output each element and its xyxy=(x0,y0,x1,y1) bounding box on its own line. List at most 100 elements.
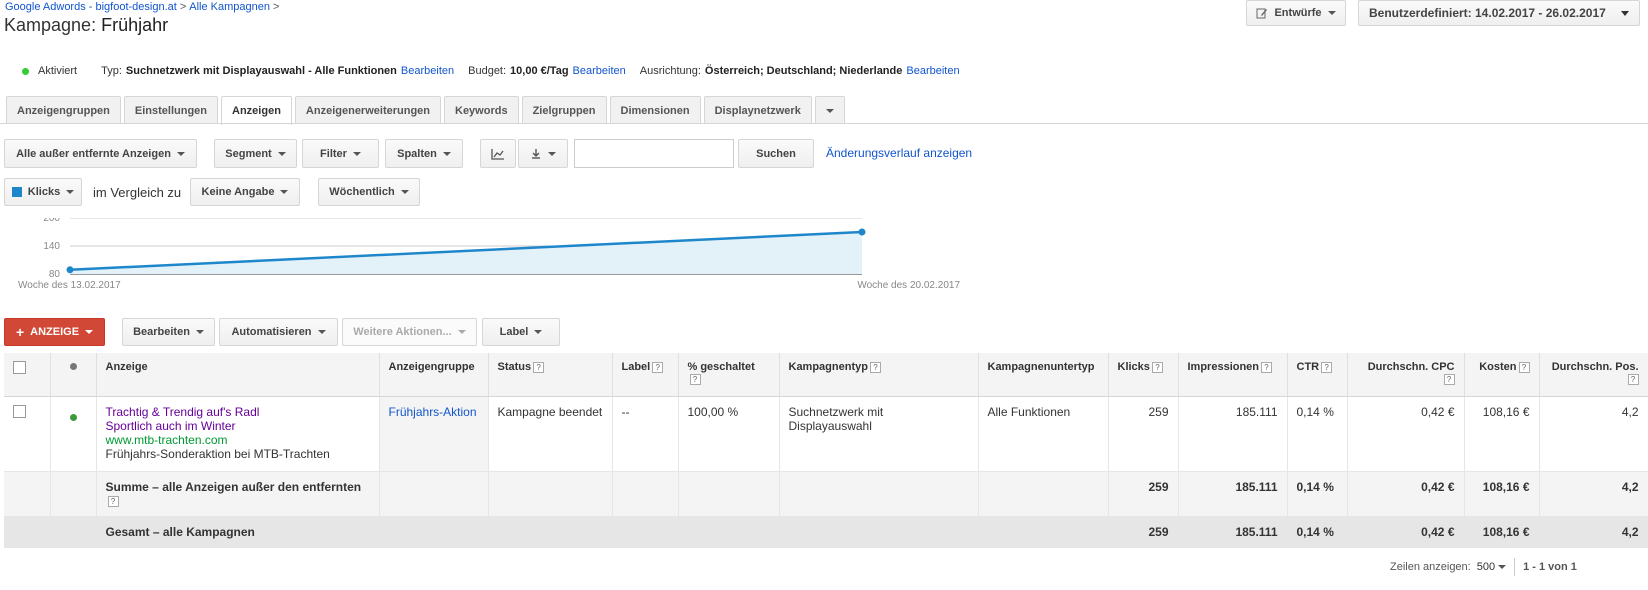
chevron-down-icon xyxy=(277,151,286,156)
adgroup-link[interactable]: Frühjahrs-Aktion xyxy=(389,405,477,419)
column-header-ad[interactable]: Anzeige xyxy=(96,353,380,397)
column-header-cpc[interactable]: Durchschn. CPC? xyxy=(1347,353,1465,397)
column-header-adgroup[interactable]: Anzeigengruppe xyxy=(379,353,489,397)
ad-headline-1[interactable]: Trachtig & Trendig auf's Radl xyxy=(106,405,370,419)
help-icon[interactable]: ? xyxy=(107,495,119,507)
date-range-selector[interactable]: Benutzerdefiniert: 14.02.2017 - 26.02.20… xyxy=(1358,0,1640,26)
search-input[interactable] xyxy=(574,139,734,168)
column-header-ctr[interactable]: CTR? xyxy=(1287,353,1348,397)
drafts-label: Entwürfe xyxy=(1274,7,1322,19)
rows-per-page-select[interactable]: 500 xyxy=(1477,561,1507,573)
period-dropdown[interactable]: Wöchentlich xyxy=(318,178,420,206)
column-header-label-col[interactable]: Label? xyxy=(612,353,679,397)
status-column-header[interactable] xyxy=(50,353,97,397)
column-header-status[interactable]: Status? xyxy=(488,353,613,397)
ad-headline-2[interactable]: Sportlich auch im Winter xyxy=(106,419,370,433)
tab-settings[interactable]: Einstellungen xyxy=(123,96,219,124)
help-icon[interactable]: ? xyxy=(689,373,701,385)
chevron-down-icon xyxy=(825,108,834,113)
edit-budget-link[interactable]: Bearbeiten xyxy=(573,65,626,77)
select-all-checkbox[interactable] xyxy=(13,361,26,374)
edit-targeting-link[interactable]: Bearbeiten xyxy=(906,65,959,77)
download-icon xyxy=(532,148,540,159)
column-header-label: Anzeigengruppe xyxy=(388,361,475,373)
columns-button[interactable]: Spalten xyxy=(385,139,463,168)
help-icon[interactable]: ? xyxy=(652,361,664,373)
ad-filter-dropdown[interactable]: Alle außer entfernte Anzeigen xyxy=(4,139,197,168)
tab-ad-extensions[interactable]: Anzeigenerweiterungen xyxy=(294,96,441,124)
x-tick-label: Woche des 13.02.2017 xyxy=(18,280,121,291)
chevron-down-icon xyxy=(1621,10,1629,16)
search-button[interactable]: Suchen xyxy=(738,139,814,168)
breadcrumb-account-link[interactable]: Google Adwords - bigfoot-design.at xyxy=(5,1,177,13)
avg-pos-cell: 4,2 xyxy=(1539,396,1648,472)
chevron-down-icon xyxy=(534,330,543,334)
help-icon[interactable]: ? xyxy=(1443,373,1455,385)
column-header-clicks[interactable]: Klicks? xyxy=(1108,353,1179,397)
tab-audiences[interactable]: Zielgruppen xyxy=(521,96,607,124)
chevron-down-icon xyxy=(280,190,289,194)
columns-label: Spalten xyxy=(397,147,437,160)
segment-button[interactable]: Segment xyxy=(214,139,297,168)
breadcrumb-campaigns-link[interactable]: Alle Kampagnen xyxy=(189,1,270,13)
download-button[interactable] xyxy=(518,139,568,168)
data-point[interactable] xyxy=(858,228,866,236)
help-icon[interactable]: ? xyxy=(1261,361,1273,373)
row-status-cell xyxy=(50,396,97,472)
summary-impressions: 185.111 xyxy=(1178,471,1288,517)
help-icon[interactable]: ? xyxy=(1518,361,1530,373)
chevron-down-icon xyxy=(548,151,556,156)
ad-filter-label: Alle außer entfernte Anzeigen xyxy=(16,147,171,160)
column-header-campaign-type[interactable]: Kampagnentyp? xyxy=(779,353,979,397)
total-avg-pos: 4,2 xyxy=(1539,516,1648,548)
data-point[interactable] xyxy=(66,266,74,274)
help-icon[interactable]: ? xyxy=(533,361,545,373)
add-ad-button[interactable]: + ANZEIGE xyxy=(4,318,105,346)
help-icon[interactable]: ? xyxy=(1151,361,1163,373)
column-header-label: CTR xyxy=(1296,361,1320,373)
total-impressions: 185.111 xyxy=(1178,516,1288,548)
tab-more-button[interactable] xyxy=(814,96,845,124)
tab-display-network[interactable]: Displaynetzwerk xyxy=(703,96,812,124)
help-icon[interactable]: ? xyxy=(1321,361,1333,373)
edit-button[interactable]: Bearbeiten xyxy=(122,318,215,346)
chevron-down-icon xyxy=(195,330,204,334)
help-icon[interactable]: ? xyxy=(1627,373,1639,385)
targeting-label: Ausrichtung: xyxy=(639,65,701,77)
column-header-impressions[interactable]: Impressionen? xyxy=(1178,353,1288,397)
status-dot xyxy=(22,67,29,75)
summary-cost: 108,16 € xyxy=(1464,471,1540,517)
plus-icon: + xyxy=(15,324,25,340)
chevron-down-icon xyxy=(1327,11,1336,15)
compare-dropdown[interactable]: Keine Angabe xyxy=(190,178,300,206)
column-header-avg-pos[interactable]: Durchschn. Pos.? xyxy=(1539,353,1648,397)
cpc-cell: 0,42 € xyxy=(1347,396,1465,472)
automate-button[interactable]: Automatisieren xyxy=(219,318,338,346)
ctr-cell: 0,14 % xyxy=(1287,396,1348,472)
tab-keywords[interactable]: Keywords xyxy=(444,96,519,124)
clicks-chart: 80 140 200 Woche des 13.02.2017 Woche des 2… xyxy=(18,218,960,291)
chart-toggle-button[interactable] xyxy=(480,139,516,168)
automate-label: Automatisieren xyxy=(231,326,312,338)
tab-dimensions[interactable]: Dimensionen xyxy=(609,96,701,124)
summary-clicks: 259 xyxy=(1108,471,1179,517)
enabled-status-dot[interactable] xyxy=(69,413,77,421)
status-dot-icon xyxy=(69,363,77,370)
column-header-served[interactable]: % geschaltet? xyxy=(678,353,780,397)
filter-button[interactable]: Filter xyxy=(302,139,379,168)
more-actions-button[interactable]: Weitere Aktionen... xyxy=(342,318,477,346)
label-button[interactable]: Label xyxy=(482,318,560,346)
ads-table: Anzeige Anzeigengruppe Status? Label? % … xyxy=(4,353,1648,548)
chevron-down-icon xyxy=(457,330,466,334)
change-history-link[interactable]: Änderungsverlauf anzeigen xyxy=(826,146,972,160)
line-chart-icon xyxy=(491,148,504,160)
tab-adgroups[interactable]: Anzeigengruppen xyxy=(6,96,121,124)
drafts-button[interactable]: Entwürfe xyxy=(1246,0,1346,26)
help-icon[interactable]: ? xyxy=(869,361,881,373)
tab-ads[interactable]: Anzeigen xyxy=(221,96,292,125)
edit-type-link[interactable]: Bearbeiten xyxy=(401,65,454,77)
metric-dropdown[interactable]: Klicks xyxy=(4,178,82,206)
column-header-campaign-subtype[interactable]: Kampagnenuntertyp xyxy=(978,353,1109,397)
column-header-cost[interactable]: Kosten? xyxy=(1464,353,1540,397)
row-checkbox[interactable] xyxy=(13,404,26,418)
